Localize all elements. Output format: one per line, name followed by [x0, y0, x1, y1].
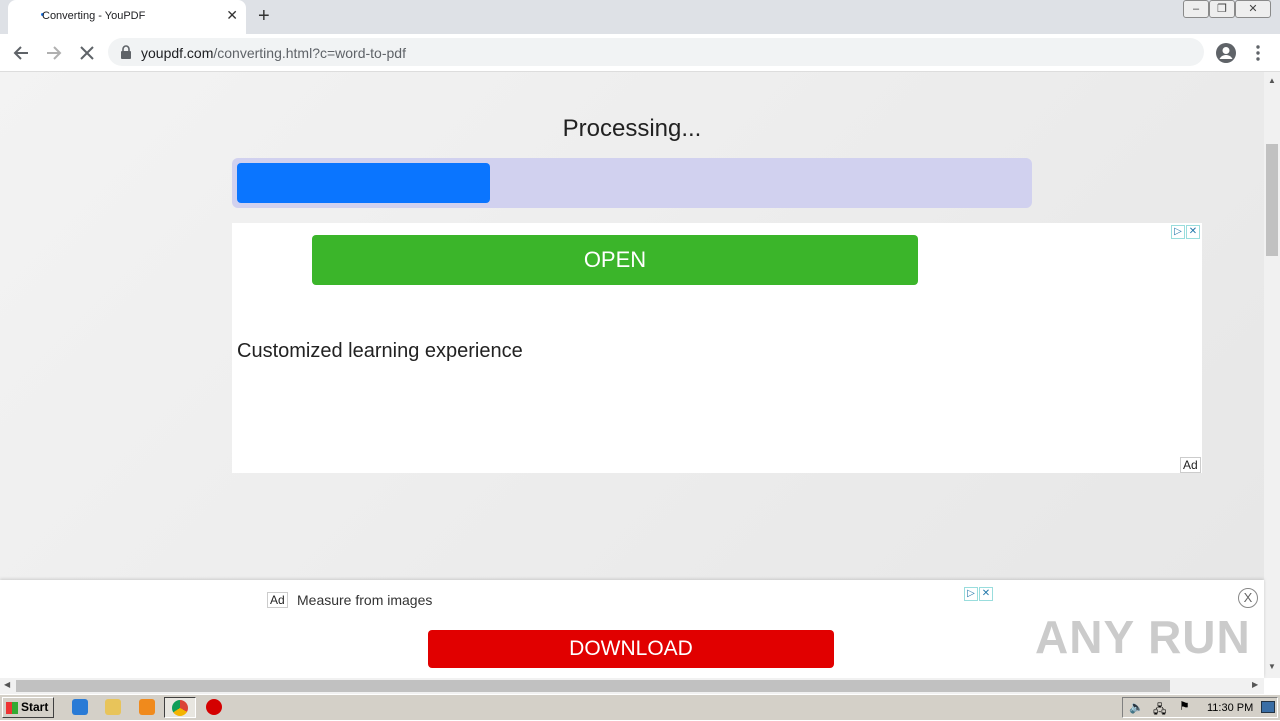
bottom-ad-headline[interactable]: Measure from images [297, 592, 432, 608]
bottom-bar-close-button[interactable]: X [1238, 588, 1258, 608]
menu-dots-icon[interactable] [1254, 44, 1262, 62]
bottom-ad-bar: Ad Measure from images DOWNLOAD ▷ ✕ X AN… [0, 580, 1264, 678]
vertical-scrollbar[interactable]: ▲ ▼ [1264, 72, 1280, 678]
clock: 11:30 PM [1207, 702, 1254, 714]
adchoices-icon[interactable]: ▷ [1171, 225, 1185, 239]
bottom-adchoices-icon[interactable]: ▷ [964, 587, 978, 601]
profile-icon[interactable] [1215, 42, 1237, 64]
vertical-scroll-thumb[interactable] [1266, 144, 1278, 256]
ad-close-icon[interactable]: ✕ [1186, 225, 1200, 239]
horizontal-scrollbar[interactable]: ◀ ▶ [0, 678, 1264, 694]
system-tray: 🔈 🖧 ⚑ 11:30 PM [1122, 697, 1278, 718]
explorer-icon[interactable] [105, 699, 121, 715]
chrome-icon [172, 700, 188, 716]
flag-icon[interactable]: ⚑ [1179, 699, 1190, 713]
tab-title: Converting - YouPDF [42, 10, 146, 22]
bottom-ad-label: Ad [267, 592, 288, 608]
new-tab-button[interactable]: + [258, 5, 270, 28]
windows-logo-icon [6, 702, 18, 714]
scroll-down-arrow-icon[interactable]: ▼ [1268, 662, 1276, 671]
tab-close-icon[interactable]: ✕ [226, 7, 238, 24]
scroll-up-arrow-icon[interactable]: ▲ [1268, 76, 1276, 85]
watermark: ANY RUN [1035, 611, 1251, 663]
stop-sign-icon[interactable] [206, 699, 222, 715]
ad-label: Ad [1180, 457, 1201, 473]
progress-fill [237, 163, 490, 203]
url-text: youpdf.com/converting.html?c=word-to-pdf [141, 45, 406, 61]
download-button[interactable]: DOWNLOAD [428, 630, 834, 668]
scroll-left-arrow-icon[interactable]: ◀ [4, 680, 10, 689]
taskbar: Start 🔈 🖧 ⚑ 11:30 PM [0, 694, 1280, 720]
url-host: youpdf.com [141, 45, 214, 61]
address-bar[interactable]: youpdf.com/converting.html?c=word-to-pdf [108, 38, 1204, 66]
progress-track [232, 158, 1032, 208]
tab-strip: Converting - YouPDF ✕ + – ❐ ✕ [0, 0, 1280, 34]
forward-icon[interactable] [45, 44, 63, 62]
ie-icon[interactable] [72, 699, 88, 715]
lock-icon[interactable] [120, 45, 132, 59]
media-player-icon[interactable] [139, 699, 155, 715]
volume-icon[interactable]: 🔈 [1129, 700, 1144, 714]
horizontal-scroll-thumb[interactable] [16, 680, 1170, 692]
show-desktop-icon[interactable] [1261, 701, 1275, 713]
start-button[interactable]: Start [2, 697, 54, 718]
network-icon[interactable]: 🖧 [1153, 700, 1166, 721]
start-label: Start [21, 700, 49, 714]
bottom-ad-close-icon[interactable]: ✕ [979, 587, 993, 601]
stop-loading-icon[interactable] [78, 44, 96, 62]
processing-heading: Processing... [562, 115, 702, 142]
minimize-button[interactable]: – [1183, 0, 1209, 18]
restore-button[interactable]: ❐ [1209, 0, 1235, 18]
url-path: /converting.html?c=word-to-pdf [213, 45, 406, 61]
open-button[interactable]: OPEN [312, 235, 918, 285]
chrome-taskbar-button[interactable] [164, 697, 196, 718]
browser-tab[interactable]: Converting - YouPDF ✕ [8, 0, 246, 34]
ad-banner-top[interactable]: OPEN Customized learning experience ▷ ✕ … [232, 223, 1202, 473]
close-window-button[interactable]: ✕ [1235, 0, 1271, 18]
ad-banner-bottom[interactable]: Ad Measure from images DOWNLOAD ▷ ✕ [267, 584, 997, 674]
back-icon[interactable] [12, 44, 30, 62]
scroll-right-arrow-icon[interactable]: ▶ [1252, 680, 1258, 689]
ad-headline[interactable]: Customized learning experience [237, 340, 523, 363]
